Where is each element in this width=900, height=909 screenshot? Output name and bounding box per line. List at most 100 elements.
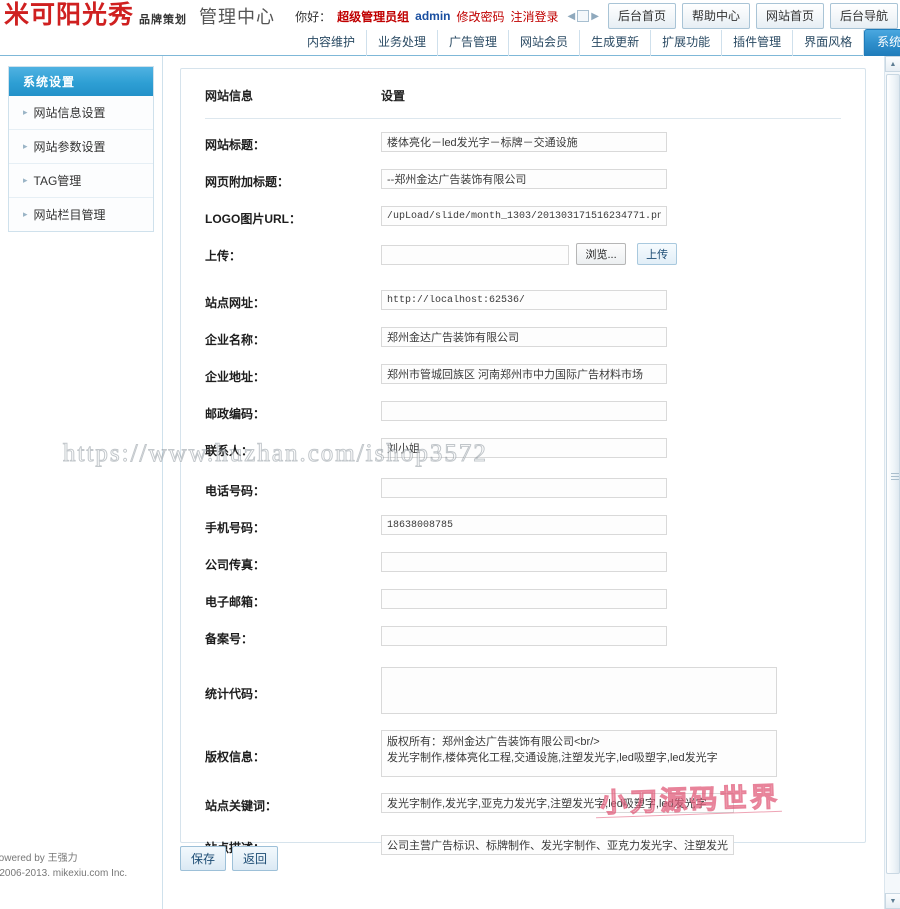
row-site-url: 站点网址： bbox=[205, 290, 841, 314]
label-upload: 上传： bbox=[205, 249, 242, 263]
input-extra-title[interactable] bbox=[381, 169, 667, 189]
row-extra-title: 网页附加标题： bbox=[205, 169, 841, 193]
input-company-name[interactable] bbox=[381, 327, 667, 347]
upload-button[interactable]: 上传 bbox=[637, 243, 678, 265]
row-stats-code: 统计代码： bbox=[205, 667, 841, 714]
scrollbar-thumb[interactable] bbox=[886, 74, 900, 874]
label-email: 电子邮箱： bbox=[205, 595, 266, 609]
sidebar: 系统设置 ▸ 网站信息设置 ▸ 网站参数设置 ▸ TAG管理 ▸ 网站栏目管理 bbox=[0, 56, 163, 909]
sidebar-footer: Powered by 王强力 ©2006-2013. mikexiu.com I… bbox=[0, 851, 163, 881]
sidebar-item-tag-management[interactable]: ▸ TAG管理 bbox=[9, 164, 153, 198]
logo-title: 米可阳光秀 bbox=[4, 0, 135, 29]
powered-by-text: Powered by 王强力 bbox=[0, 853, 78, 864]
scroll-up-arrow-icon[interactable]: ▲ bbox=[885, 56, 900, 72]
top-button-site-home[interactable]: 网站首页 bbox=[755, 3, 824, 29]
user-bar: 你好： 超级管理员组 admin 修改密码 注消登录 ◀ ▶ 后台首页 帮助中心… bbox=[295, 3, 898, 29]
main-nav-tabs: 内容维护 业务处理 广告管理 网站会员 生成更新 扩展功能 插件管理 界面风格 … bbox=[296, 29, 900, 56]
label-extra-title: 网页附加标题： bbox=[205, 175, 290, 189]
label-site-title: 网站标题： bbox=[205, 138, 266, 152]
label-contact: 联系人： bbox=[205, 444, 254, 458]
input-mobile[interactable] bbox=[381, 515, 667, 535]
row-logo-url: LOGO图片URL： bbox=[205, 206, 841, 230]
sidebar-item-label: 网站参数设置 bbox=[33, 140, 106, 154]
row-upload: 上传： 浏览... 上传 bbox=[205, 243, 841, 267]
save-button[interactable]: 保存 bbox=[180, 846, 227, 871]
change-password-link[interactable]: 修改密码 bbox=[457, 8, 505, 25]
tab-site-members[interactable]: 网站会员 bbox=[509, 30, 581, 56]
row-fax: 公司传真： bbox=[205, 552, 841, 576]
pager-box-icon[interactable] bbox=[577, 10, 590, 22]
input-description[interactable] bbox=[381, 835, 734, 855]
user-role: 超级管理员组 bbox=[337, 9, 410, 24]
tab-ad-management[interactable]: 广告管理 bbox=[438, 30, 510, 56]
body-wrapper: 系统设置 ▸ 网站信息设置 ▸ 网站参数设置 ▸ TAG管理 ▸ 网站栏目管理 bbox=[0, 56, 900, 909]
top-button-admin-nav[interactable]: 后台导航 bbox=[829, 3, 898, 29]
arrow-right-icon[interactable]: ▶ bbox=[591, 11, 599, 22]
label-company-name: 企业名称： bbox=[205, 333, 266, 347]
label-icp: 备案号： bbox=[205, 632, 254, 646]
tab-generate-update[interactable]: 生成更新 bbox=[580, 30, 652, 56]
label-logo-url: LOGO图片URL： bbox=[205, 212, 301, 226]
row-copyright: 版权信息： bbox=[205, 730, 841, 777]
arrow-left-icon[interactable]: ◀ bbox=[568, 11, 576, 22]
sidebar-title: 系统设置 bbox=[9, 67, 153, 96]
input-company-address[interactable] bbox=[381, 364, 667, 384]
sidebar-item-label: 网站信息设置 bbox=[33, 106, 106, 120]
label-keywords: 站点关键词： bbox=[205, 799, 278, 813]
admin-page: 米可阳光秀 品牌策划 管理中心 你好： 超级管理员组 admin 修改密码 注消… bbox=[0, 0, 900, 909]
input-phone[interactable] bbox=[381, 478, 667, 498]
content-area: 网站信息 设置 网站标题： 网页附加标题： LO bbox=[164, 56, 884, 909]
logout-link[interactable]: 注消登录 bbox=[511, 8, 559, 25]
input-icp[interactable] bbox=[381, 626, 667, 646]
label-postcode: 邮政编码： bbox=[205, 407, 266, 421]
input-postcode[interactable] bbox=[381, 401, 667, 421]
pager-arrows: ◀ ▶ bbox=[568, 10, 599, 22]
input-site-url[interactable] bbox=[381, 290, 667, 310]
sidebar-item-label: TAG管理 bbox=[33, 174, 82, 188]
input-site-title[interactable] bbox=[381, 132, 667, 152]
settings-card: 网站信息 设置 网站标题： 网页附加标题： LO bbox=[180, 68, 866, 855]
input-upload-file-path[interactable] bbox=[381, 245, 569, 265]
label-site-url: 站点网址： bbox=[205, 296, 266, 310]
sidebar-item-column-management[interactable]: ▸ 网站栏目管理 bbox=[9, 198, 153, 231]
tab-content-maintenance[interactable]: 内容维护 bbox=[296, 30, 368, 56]
vertical-scrollbar[interactable]: ▲ ▼ bbox=[884, 56, 900, 909]
chevron-right-icon: ▸ bbox=[23, 175, 28, 185]
browse-button[interactable]: 浏览... bbox=[576, 243, 626, 265]
sidebar-item-label: 网站栏目管理 bbox=[33, 208, 106, 222]
input-contact[interactable] bbox=[381, 438, 667, 458]
textarea-stats-code[interactable] bbox=[381, 667, 777, 714]
sidebar-item-site-info[interactable]: ▸ 网站信息设置 bbox=[9, 96, 153, 130]
tab-system-settings[interactable]: 系统设置 bbox=[864, 29, 900, 56]
top-button-admin-home[interactable]: 后台首页 bbox=[607, 3, 676, 29]
sidebar-item-site-params[interactable]: ▸ 网站参数设置 bbox=[9, 130, 153, 164]
input-fax[interactable] bbox=[381, 552, 667, 572]
top-bar: 米可阳光秀 品牌策划 管理中心 你好： 超级管理员组 admin 修改密码 注消… bbox=[0, 0, 900, 56]
row-icp: 备案号： bbox=[205, 626, 841, 650]
input-keywords[interactable] bbox=[381, 793, 734, 813]
tab-extensions[interactable]: 扩展功能 bbox=[651, 30, 723, 56]
logo-subtitle: 品牌策划 bbox=[139, 14, 188, 26]
input-email[interactable] bbox=[381, 589, 667, 609]
back-button[interactable]: 返回 bbox=[232, 846, 279, 871]
site-info-form: 网站信息 设置 网站标题： 网页附加标题： LO bbox=[181, 69, 865, 859]
label-copyright: 版权信息： bbox=[205, 750, 266, 764]
form-action-buttons: 保存 返回 bbox=[180, 846, 279, 871]
top-button-help-center[interactable]: 帮助中心 bbox=[681, 3, 750, 29]
label-phone: 电话号码： bbox=[205, 484, 266, 498]
tab-ui-style[interactable]: 界面风格 bbox=[793, 30, 865, 56]
form-header-row: 网站信息 设置 bbox=[205, 87, 841, 119]
tab-plugin-management[interactable]: 插件管理 bbox=[722, 30, 794, 56]
scrollbar-grip-icon bbox=[891, 473, 899, 480]
textarea-copyright[interactable] bbox=[381, 730, 777, 777]
chevron-right-icon: ▸ bbox=[23, 141, 28, 151]
tab-business-process[interactable]: 业务处理 bbox=[367, 30, 439, 56]
label-company-address: 企业地址： bbox=[205, 370, 266, 384]
copyright-text: ©2006-2013. mikexiu.com Inc. bbox=[0, 868, 128, 879]
row-company-name: 企业名称： bbox=[205, 327, 841, 351]
label-mobile: 手机号码： bbox=[205, 521, 266, 535]
row-site-title: 网站标题： bbox=[205, 132, 841, 156]
input-logo-url[interactable] bbox=[381, 206, 667, 226]
row-mobile: 手机号码： bbox=[205, 515, 841, 539]
scroll-down-arrow-icon[interactable]: ▼ bbox=[885, 893, 900, 909]
